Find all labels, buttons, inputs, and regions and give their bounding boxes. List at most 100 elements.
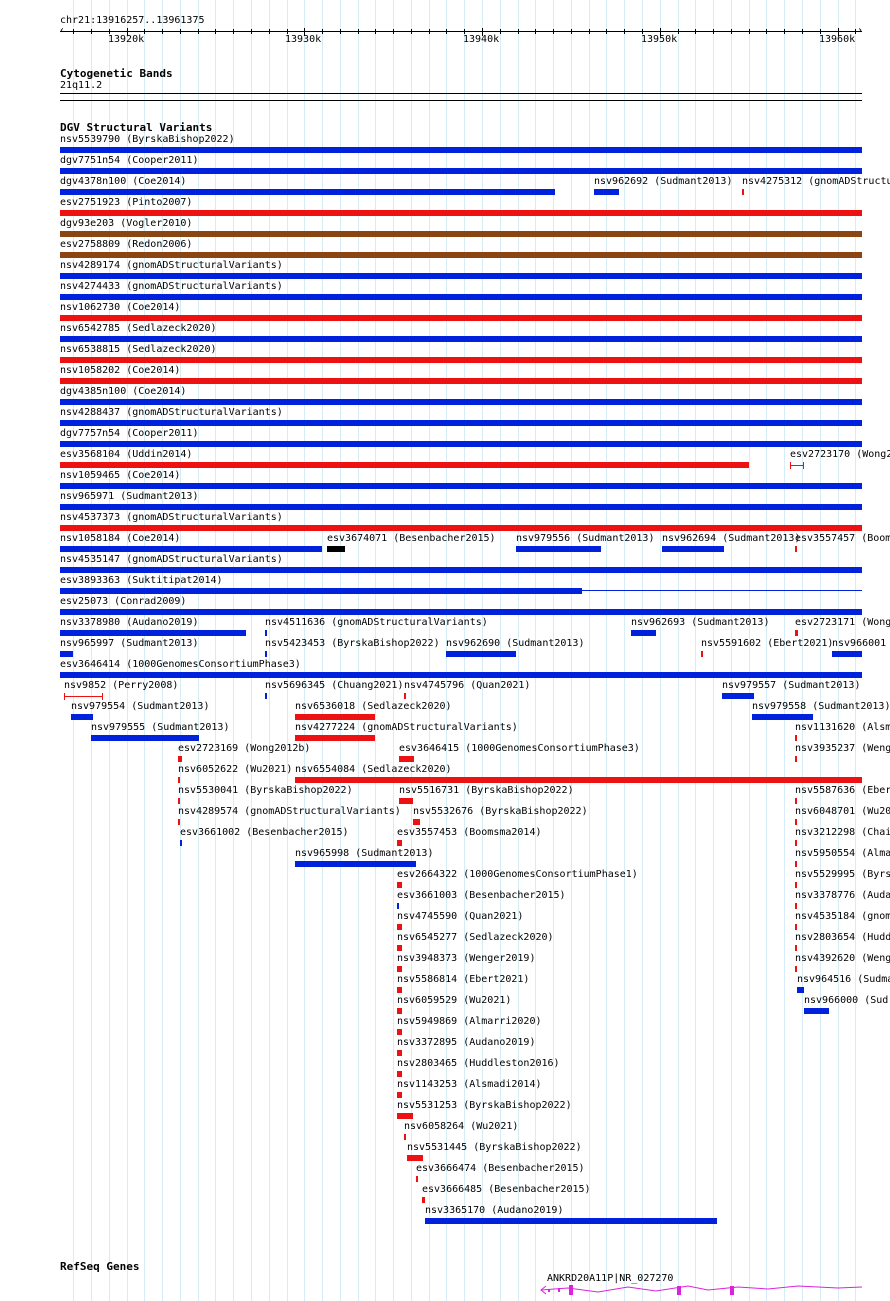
variant-bar[interactable] [795, 735, 797, 741]
variant-bar[interactable] [180, 840, 182, 846]
variant-bar[interactable] [178, 777, 180, 783]
variant-bar[interactable] [60, 567, 862, 573]
variant-bar[interactable] [71, 714, 93, 720]
variant-label[interactable]: nsv4289574 (gnomADStructuralVariants) [178, 806, 401, 818]
variant-bar[interactable] [60, 483, 862, 489]
variant-bar[interactable] [795, 756, 797, 762]
variant-bar[interactable] [60, 252, 862, 258]
variant-label[interactable]: dgv4378n100 (Coe2014) [60, 176, 186, 188]
variant-bar[interactable] [60, 651, 73, 657]
variant-label[interactable]: nsv5529995 (Byrs [795, 869, 890, 881]
variant-bar[interactable] [399, 756, 414, 762]
variant-label[interactable]: nsv4275312 (gnomADStructuralVariants) [742, 176, 890, 188]
variant-label[interactable]: nsv966000 (Sud [804, 995, 888, 1007]
variant-label[interactable]: nsv965998 (Sudmant2013) [295, 848, 433, 860]
variant-bar[interactable] [295, 714, 375, 720]
variant-label[interactable]: nsv3948373 (Wenger2019) [397, 953, 535, 965]
variant-bar[interactable] [295, 861, 416, 867]
variant-bar[interactable] [178, 798, 180, 804]
variant-label[interactable]: nsv979557 (Sudmant2013) [722, 680, 860, 692]
variant-bar[interactable] [397, 924, 402, 930]
variant-label[interactable]: nsv5539790 (ByrskaBishop2022) [60, 134, 235, 146]
variant-label[interactable]: nsv9852 (Perry2008) [64, 680, 178, 692]
variant-bar[interactable] [397, 1113, 413, 1119]
variant-bar[interactable] [701, 651, 703, 657]
variant-bar[interactable] [397, 945, 402, 951]
variant-bar[interactable] [795, 924, 797, 930]
variant-bar[interactable] [60, 588, 582, 594]
variant-label[interactable]: nsv4392620 (Weng [795, 953, 890, 965]
gene-model-ankrd20a11p[interactable] [538, 1282, 862, 1298]
variant-bar[interactable] [795, 630, 798, 636]
variant-bar[interactable] [60, 315, 862, 321]
variant-label[interactable]: nsv5950554 (Alma [795, 848, 890, 860]
variant-label[interactable]: nsv3378980 (Audano2019) [60, 617, 198, 629]
variant-label[interactable]: nsv4511636 (gnomADStructuralVariants) [265, 617, 488, 629]
variant-label[interactable]: esv2723171 (Wong [795, 617, 890, 629]
genome-browser-canvas[interactable]: chr21:13916257..13961375 ‹ › 13920k 13930k 1… [0, 0, 890, 1301]
variant-bar[interactable] [397, 882, 402, 888]
variant-label[interactable]: esv3557453 (Boomsma2014) [397, 827, 542, 839]
variant-bar[interactable] [60, 525, 862, 531]
variant-label[interactable]: nsv1059465 (Coe2014) [60, 470, 180, 482]
variant-span[interactable] [790, 465, 804, 466]
variant-bar[interactable] [60, 357, 862, 363]
variant-label[interactable]: nsv4745590 (Quan2021) [397, 911, 523, 923]
variant-label[interactable]: esv3557457 (Boom [795, 533, 890, 545]
variant-bar[interactable] [795, 798, 797, 804]
variant-label[interactable]: esv2751923 (Pinto2007) [60, 197, 192, 209]
variant-label[interactable]: nsv4745796 (Quan2021) [404, 680, 530, 692]
variant-bar[interactable] [178, 756, 182, 762]
variant-label[interactable]: esv3661002 (Besenbacher2015) [180, 827, 349, 839]
variant-label[interactable]: nsv5423453 (ByrskaBishop2022) [265, 638, 440, 650]
variant-bar[interactable] [60, 210, 862, 216]
variant-bar[interactable] [404, 693, 406, 699]
variant-bar[interactable] [327, 546, 345, 552]
variant-label[interactable]: nsv965971 (Sudmant2013) [60, 491, 198, 503]
variant-bar[interactable] [804, 1008, 829, 1014]
variant-label[interactable]: nsv1143253 (Alsmadi2014) [397, 1079, 542, 1091]
variant-bar[interactable] [60, 336, 862, 342]
variant-bar[interactable] [60, 147, 862, 153]
variant-label[interactable]: dgv7751n54 (Cooper2011) [60, 155, 198, 167]
variant-label[interactable]: nsv3365170 (Audano2019) [425, 1205, 563, 1217]
variant-label[interactable]: nsv3378776 (Auda [795, 890, 890, 902]
variant-label[interactable]: nsv979556 (Sudmant2013) [516, 533, 654, 545]
variant-bar[interactable] [797, 987, 804, 993]
variant-label[interactable]: nsv4288437 (gnomADStructuralVariants) [60, 407, 283, 419]
variant-bar[interactable] [60, 294, 862, 300]
variant-label[interactable]: nsv964516 (Sudma [797, 974, 890, 986]
variant-label[interactable]: nsv3212298 (Chai [795, 827, 890, 839]
variant-bar[interactable] [397, 1050, 402, 1056]
variant-label[interactable]: nsv962693 (Sudmant2013) [631, 617, 769, 629]
variant-bar[interactable] [60, 462, 749, 468]
variant-label[interactable]: nsv6542785 (Sedlazeck2020) [60, 323, 217, 335]
variant-label[interactable]: nsv2803654 (Hudd [795, 932, 890, 944]
variant-label[interactable]: nsv6554084 (Sedlazeck2020) [295, 764, 452, 776]
variant-bar[interactable] [397, 1029, 402, 1035]
variant-bar[interactable] [60, 546, 322, 552]
variant-bar[interactable] [407, 1155, 423, 1161]
variant-bar[interactable] [397, 987, 402, 993]
variant-label[interactable]: dgv93e203 (Vogler2010) [60, 218, 192, 230]
variant-bar[interactable] [60, 630, 246, 636]
variant-label[interactable]: nsv6058264 (Wu2021) [404, 1121, 518, 1133]
variant-label[interactable]: esv2723170 (Wong2 [790, 449, 890, 461]
variant-label[interactable]: nsv3935237 (Weng [795, 743, 890, 755]
variant-bar[interactable] [446, 651, 516, 657]
variant-span[interactable] [64, 696, 103, 697]
variant-label[interactable]: nsv5531253 (ByrskaBishop2022) [397, 1100, 572, 1112]
variant-label[interactable]: nsv4535147 (gnomADStructuralVariants) [60, 554, 283, 566]
variant-bar[interactable] [594, 189, 619, 195]
variant-bar[interactable] [795, 861, 797, 867]
variant-bar[interactable] [631, 630, 656, 636]
variant-bar[interactable] [178, 819, 180, 825]
variant-bar[interactable] [425, 1218, 717, 1224]
variant-label[interactable]: nsv979555 (Sudmant2013) [91, 722, 229, 734]
variant-bar[interactable] [60, 231, 862, 237]
variant-bar[interactable] [795, 966, 797, 972]
variant-label[interactable]: nsv962690 (Sudmant2013) [446, 638, 584, 650]
variant-bar[interactable] [397, 903, 399, 909]
ruler-left-arrow[interactable]: ‹ [59, 25, 65, 37]
variant-bar[interactable] [60, 420, 862, 426]
